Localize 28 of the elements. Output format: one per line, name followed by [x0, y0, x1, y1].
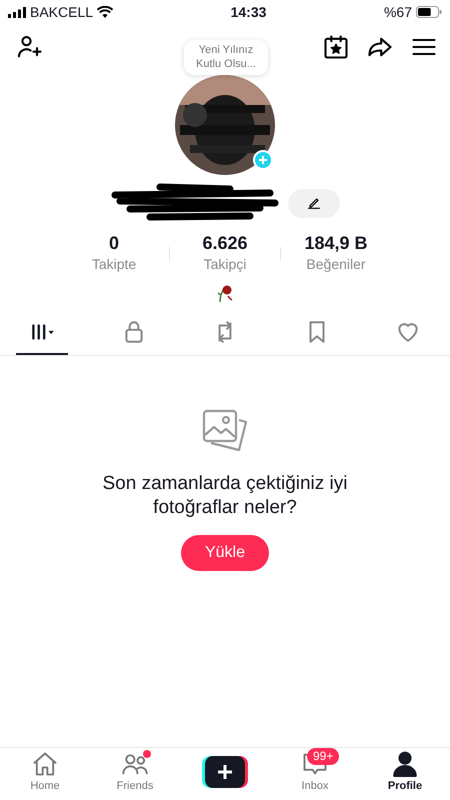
wifi-icon — [97, 6, 114, 18]
stat-value: 0 — [108, 234, 120, 254]
calendar-button[interactable] — [322, 33, 350, 61]
signal-icon — [8, 6, 26, 18]
friends-tab[interactable]: Friends — [90, 748, 180, 794]
edit-profile-button[interactable] — [288, 188, 340, 218]
empty-state-message: Son zamanlarda çektiğiniz iyi fotoğraflar neler? — [101, 472, 348, 520]
calendar-star-icon — [322, 33, 350, 61]
stat-label: Takipte — [90, 254, 138, 274]
inbox-tab[interactable]: Inbox 99+ — [270, 748, 360, 794]
wilted-rose-icon — [216, 282, 234, 303]
stat-label: Beğeniler — [305, 254, 367, 274]
person-icon — [391, 750, 419, 778]
add-story-icon[interactable] — [253, 150, 273, 170]
stat-label: Takipçi — [202, 254, 248, 274]
upload-button[interactable]: Yükle — [180, 535, 270, 572]
plus-icon — [202, 756, 248, 788]
carrier-name: BAKCELL — [30, 2, 94, 22]
battery-icon — [416, 6, 442, 18]
unread-count: 99+ — [307, 748, 340, 765]
stat-value: 6.626 — [201, 234, 249, 254]
home-tab[interactable]: Home — [0, 748, 90, 794]
clock: 14:33 — [230, 2, 266, 22]
stat-value: 184,9 B — [303, 234, 369, 254]
note-bubble: Yeni Yılınız Kutlu Olsu... — [184, 40, 268, 75]
profile-tab[interactable]: Profile — [360, 748, 450, 794]
battery-percent: %67 — [384, 2, 412, 22]
home-icon — [31, 750, 59, 778]
